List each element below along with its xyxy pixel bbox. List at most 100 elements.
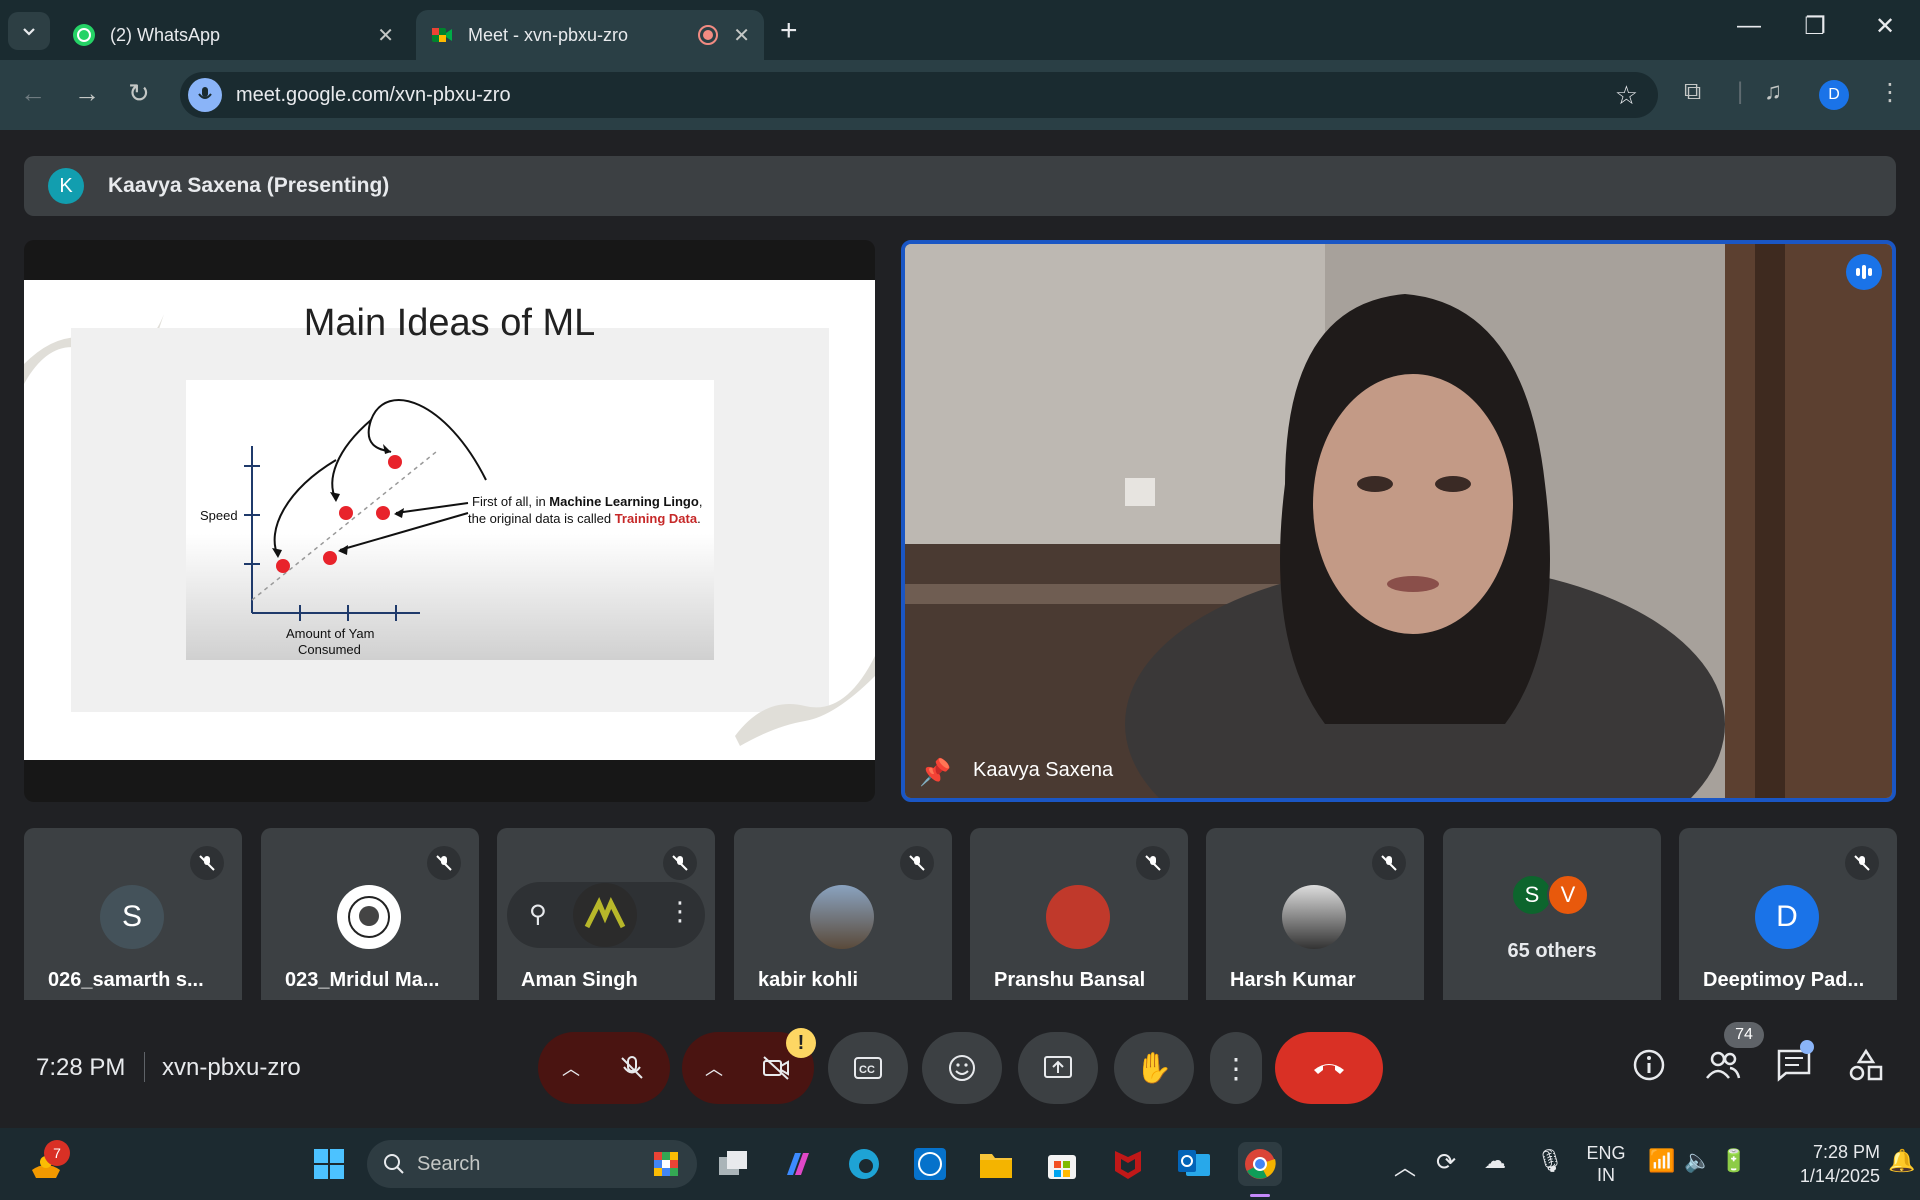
leave-call-button[interactable] — [1275, 1032, 1383, 1104]
battery-icon[interactable]: 🔋 — [1720, 1148, 1747, 1174]
address-bar[interactable]: meet.google.com/xvn-pbxu-zro ☆ — [180, 72, 1658, 118]
data-point — [339, 506, 353, 520]
captions-button[interactable]: CC — [828, 1032, 908, 1104]
profile-avatar[interactable]: D — [1819, 80, 1849, 110]
presenter-avatar: K — [48, 168, 84, 204]
start-windows-icon[interactable] — [307, 1142, 351, 1186]
tab-title: Meet - xvn-pbxu-zro — [468, 24, 629, 45]
participant-tile[interactable]: Pranshu Bansal — [970, 828, 1188, 1010]
copilot-icon[interactable] — [776, 1142, 820, 1186]
reactions-button[interactable] — [922, 1032, 1002, 1104]
extensions-icon[interactable]: ⧉ — [1684, 78, 1701, 106]
chrome-icon[interactable] — [1238, 1142, 1282, 1186]
tab-whatsapp[interactable]: (2) WhatsApp ✕ — [58, 10, 408, 60]
media-control-icon[interactable]: ♫ — [1764, 78, 1782, 106]
participant-tile[interactable]: 023_Mridul Ma... — [261, 828, 479, 1010]
show-hidden-icons[interactable]: ︿ — [1394, 1150, 1416, 1182]
info-icon — [1633, 1049, 1665, 1081]
system-clock[interactable]: 7:28 PM 1/14/2025 — [1760, 1140, 1880, 1188]
data-point — [388, 455, 402, 469]
whatsapp-icon — [73, 24, 95, 46]
participant-name: Pranshu Bansal — [994, 969, 1146, 991]
forward-icon[interactable]: → — [74, 78, 100, 109]
bookmark-star-icon[interactable]: ☆ — [1615, 80, 1638, 111]
restore-icon[interactable]: ❐ — [1790, 12, 1840, 41]
pin-icon[interactable]: ⚲ — [529, 900, 547, 929]
task-view-icon[interactable] — [712, 1142, 756, 1186]
notifications-bell-icon[interactable]: 🔔 — [1888, 1148, 1915, 1174]
data-point — [376, 506, 390, 520]
wifi-icon[interactable]: 📶 — [1648, 1148, 1675, 1174]
participant-tile[interactable]: Harsh Kumar — [1206, 828, 1424, 1010]
tab-search-button[interactable] — [8, 12, 50, 50]
axis-label-y: Speed — [200, 508, 238, 523]
meet-stage: K Kaavya Saxena (Presenting) Main Ideas … — [0, 130, 1920, 1128]
mcafee-icon[interactable] — [1106, 1142, 1150, 1186]
close-tab-icon[interactable]: ✕ — [733, 23, 750, 48]
speaker-video-tile[interactable]: 📌 Kaavya Saxena — [901, 240, 1896, 802]
microphone-icon[interactable]: 🎙 — [1536, 1148, 1564, 1174]
participant-tile[interactable]: D Deeptimoy Pad... — [1679, 828, 1897, 1010]
avatar — [1046, 885, 1110, 949]
system-time: 7:28 PM — [1812, 1142, 1880, 1162]
microphone-control[interactable]: ︿ — [538, 1032, 670, 1104]
sync-icon[interactable]: ⟳ — [1436, 1148, 1456, 1177]
participant-tile[interactable]: ⚲ ⋮ Aman Singh — [497, 828, 715, 1010]
new-tab-button[interactable]: + — [780, 14, 798, 48]
language-indicator[interactable]: ENG IN — [1582, 1142, 1630, 1186]
search-label: Search — [417, 1152, 481, 1175]
more-options-icon[interactable]: ⋮ — [667, 896, 693, 927]
tab-meet[interactable]: Meet - xvn-pbxu-zro ✕ — [416, 10, 764, 60]
avatar — [1282, 885, 1346, 949]
widgets-notification-badge: 7 — [44, 1140, 70, 1166]
minimize-icon[interactable]: — — [1724, 12, 1774, 40]
participant-tile[interactable]: S 026_samarth s... — [24, 828, 242, 1010]
people-button[interactable] — [1704, 1048, 1742, 1087]
meeting-clock: 7:28 PM — [36, 1054, 126, 1081]
back-icon[interactable]: ← — [20, 78, 46, 109]
mic-off-icon — [663, 846, 697, 880]
participant-name: Deeptimoy Pad... — [1703, 969, 1865, 991]
speaking-indicator-icon — [1846, 254, 1882, 290]
mic-off-icon — [1136, 846, 1170, 880]
camera-off-icon[interactable] — [761, 1054, 791, 1082]
tile-hover-controls: ⚲ ⋮ — [507, 882, 705, 948]
others-tile[interactable]: S V 65 others — [1443, 828, 1661, 1010]
chevron-up-icon[interactable]: ︿ — [562, 1055, 580, 1081]
unread-dot — [1800, 1040, 1814, 1054]
onedrive-cloud-icon[interactable]: ☁ — [1484, 1148, 1506, 1174]
search-icon — [384, 1154, 404, 1174]
mic-off-icon[interactable] — [618, 1054, 646, 1082]
google-meet-icon — [432, 28, 452, 42]
browser-menu-icon[interactable]: ⋮ — [1878, 78, 1902, 107]
dell-app-icon[interactable] — [908, 1142, 952, 1186]
outlook-icon[interactable] — [1172, 1142, 1216, 1186]
volume-icon[interactable]: 🔈 — [1684, 1148, 1711, 1174]
meeting-details-button[interactable] — [1632, 1048, 1666, 1087]
activities-button[interactable] — [1848, 1048, 1884, 1087]
close-window-icon[interactable]: ✕ — [1860, 12, 1910, 41]
raise-hand-button[interactable]: ✋ — [1114, 1032, 1194, 1104]
pin-icon[interactable]: 📌 — [919, 757, 951, 788]
recording-icon — [698, 25, 719, 45]
presentation-tile[interactable]: Main Ideas of ML Speed Amount of Yam Con… — [24, 240, 875, 802]
participant-tile[interactable]: kabir kohli — [734, 828, 952, 1010]
chevron-up-icon[interactable]: ︿ — [705, 1055, 723, 1081]
slide: Main Ideas of ML Speed Amount of Yam Con… — [24, 280, 875, 760]
people-icon — [1706, 1051, 1741, 1079]
file-explorer-icon[interactable] — [974, 1142, 1018, 1186]
avatar: V — [1547, 874, 1589, 916]
present-button[interactable] — [1018, 1032, 1098, 1104]
others-count: 65 others — [1507, 940, 1597, 962]
microsoft-store-icon[interactable] — [1040, 1142, 1084, 1186]
avatar — [810, 885, 874, 949]
warning-badge: ! — [786, 1028, 816, 1058]
rubiks-cube-icon — [654, 1152, 678, 1176]
more-options-button[interactable]: ⋮ — [1210, 1032, 1262, 1104]
edge-browser-icon[interactable] — [842, 1142, 886, 1186]
close-tab-icon[interactable]: ✕ — [377, 23, 394, 48]
more-options-icon: ⋮ — [1222, 1052, 1250, 1084]
reload-icon[interactable]: ↻ — [128, 78, 150, 109]
taskbar-search[interactable]: Search — [367, 1140, 697, 1188]
data-points — [276, 455, 402, 573]
